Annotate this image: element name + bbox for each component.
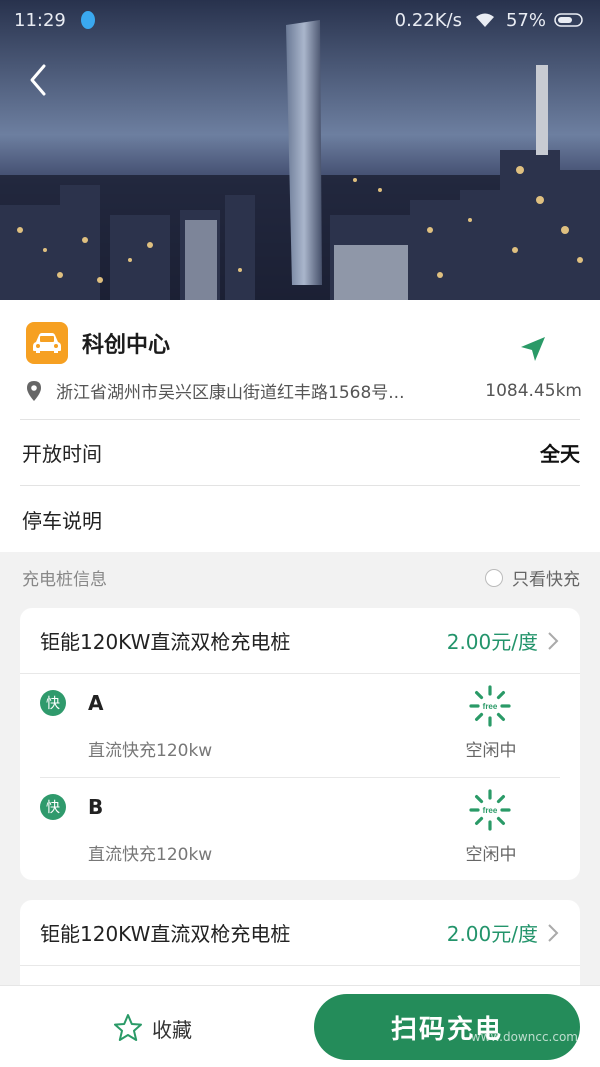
bottom-action-bar: 收藏 扫码充电 www.downcc.com	[0, 985, 600, 1067]
parking-info-label: 停车说明	[22, 508, 102, 533]
gun-description: 直流快充120kw	[88, 845, 213, 865]
star-icon	[114, 1014, 142, 1041]
status-time: 11:29	[14, 9, 66, 31]
charging-pile-card[interactable]: 钜能120KW直流双枪充电桩 2.00元/度 快 A 直流快充120kw fre…	[20, 608, 580, 880]
pile-price: 2.00元/度	[446, 922, 538, 946]
watermark: www.downcc.com	[470, 1030, 578, 1044]
status-bar: 11:29 0.22K/s 57%	[0, 0, 600, 40]
station-header: 科创中心	[26, 322, 170, 364]
free-status-icon: free	[469, 685, 511, 727]
pile-header[interactable]: 钜能120KW直流双枪充电桩 2.00元/度	[20, 900, 580, 966]
location-pin-icon	[27, 380, 41, 401]
charging-gun-row[interactable]: 快 B 直流快充120kw free 空闲中	[40, 777, 560, 880]
qq-icon	[80, 11, 95, 29]
city-skyline-image	[0, 0, 600, 300]
station-info-card: 科创中心 浙江省湖州市吴兴区康山街道红丰路1568号... 1084.45km …	[0, 300, 600, 552]
gun-description: 直流快充120kw	[88, 741, 213, 761]
battery-icon	[554, 13, 583, 27]
back-arrow-icon[interactable]	[22, 60, 58, 100]
charger-section-header: 充电桩信息 只看快充	[22, 565, 580, 590]
charging-gun-row[interactable]: 快 A 直流快充120kw free 空闲中	[40, 674, 560, 777]
pile-header[interactable]: 钜能120KW直流双枪充电桩 2.00元/度	[20, 608, 580, 674]
address-row: 浙江省湖州市吴兴区康山街道红丰路1568号... 1084.45km	[26, 378, 582, 403]
network-speed: 0.22K/s	[394, 9, 462, 31]
battery-percent: 57%	[505, 9, 546, 31]
wifi-icon	[475, 13, 494, 27]
scan-to-charge-button[interactable]: 扫码充电	[314, 994, 580, 1060]
car-icon	[26, 322, 68, 364]
gun-status: 空闲中	[465, 741, 517, 761]
favorite-label: 收藏	[152, 1017, 192, 1042]
fast-only-label: 只看快充	[512, 570, 580, 590]
fast-badge: 快	[40, 690, 66, 716]
opening-hours-row: 开放时间 全天	[22, 420, 580, 485]
gun-status: 空闲中	[465, 845, 517, 865]
parking-info-row[interactable]: 停车说明	[22, 486, 580, 552]
charger-section-title: 充电桩信息	[22, 570, 107, 590]
pile-name: 钜能120KW直流双枪充电桩	[40, 922, 291, 946]
station-address: 浙江省湖州市吴兴区康山街道红丰路1568号...	[56, 383, 405, 403]
opening-hours-value: 全天	[540, 442, 580, 466]
free-icon-text: free	[483, 702, 498, 711]
fast-badge: 快	[40, 794, 66, 820]
free-icon-text: free	[483, 806, 498, 815]
chevron-right-icon	[548, 923, 559, 942]
hero-image: 11:29 0.22K/s 57%	[0, 0, 600, 300]
station-name: 科创中心	[82, 333, 171, 358]
fast-only-radio[interactable]	[485, 568, 503, 587]
fast-only-toggle[interactable]: 只看快充	[485, 565, 580, 590]
chevron-right-icon	[548, 631, 559, 650]
favorite-button[interactable]: 收藏	[112, 1012, 192, 1044]
opening-hours-label: 开放时间	[22, 442, 102, 466]
pile-price: 2.00元/度	[446, 630, 538, 654]
free-status-icon: free	[469, 789, 511, 831]
gun-name: B	[88, 795, 104, 819]
navigation-arrow-icon[interactable]	[518, 334, 548, 364]
station-distance: 1084.45km	[485, 380, 582, 401]
pile-name: 钜能120KW直流双枪充电桩	[40, 630, 291, 654]
gun-name: A	[88, 691, 104, 715]
